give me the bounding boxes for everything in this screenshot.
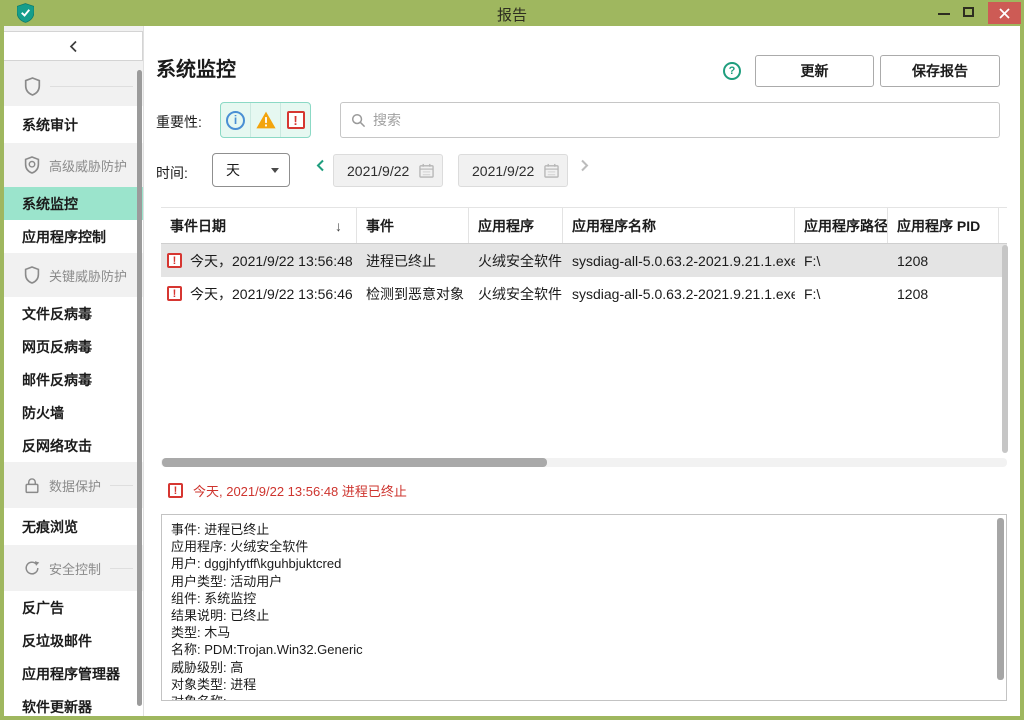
maximize-button[interactable]: [963, 7, 974, 17]
table-row[interactable]: ! 今天，2021/9/22 13:56:48 进程已终止 火绒安全软件 sys…: [161, 244, 1007, 277]
sidebar-item-mail-antivirus[interactable]: 邮件反病毒: [4, 363, 143, 396]
detail-line: 名称: PDM:Trojan.Win32.Generic: [171, 641, 986, 658]
sidebar-item-system-audit[interactable]: 系统审计: [4, 106, 143, 143]
search-icon: [351, 113, 366, 128]
refresh-icon: [24, 560, 40, 576]
sidebar-item-advanced-threat-protection[interactable]: 高级威胁防护: [4, 143, 143, 187]
sidebar-scrollbar[interactable]: [137, 70, 142, 706]
divider: [110, 568, 133, 569]
divider: [110, 485, 133, 486]
detail-line: 对象名称:: [171, 693, 986, 701]
importance-filter-group: i !: [220, 102, 311, 138]
importance-label: 重要性:: [156, 112, 202, 132]
shield-badge-icon: [24, 156, 40, 174]
window-frame: 报告 系统审计 高级威胁防护 系统监控: [0, 0, 1024, 720]
sidebar-item-web-antivirus[interactable]: 网页反病毒: [4, 330, 143, 363]
table-header-row: 事件日期 ↓ 事件 应用程序 应用程序名称 应用程序路径 应用程序 PID: [161, 208, 1007, 244]
save-report-button[interactable]: 保存报告: [880, 55, 1000, 87]
main-panel: 系统监控 ? 更新 保存报告 重要性: i !: [144, 26, 1020, 716]
shield-icon: [24, 77, 41, 96]
detail-line: 对象类型: 进程: [171, 676, 986, 693]
lock-icon: [24, 477, 40, 494]
detail-line: 结果说明: 已终止: [171, 607, 986, 624]
app-body: 系统审计 高级威胁防护 系统监控 应用程序控制 关键威胁防护 文件反病毒 网页反…: [4, 26, 1020, 716]
sidebar-item-private-browsing[interactable]: 无痕浏览: [4, 508, 143, 545]
table-row[interactable]: ! 今天，2021/9/22 13:56:46 检测到恶意对象 火绒安全软件 s…: [161, 277, 1007, 310]
sort-desc-icon: ↓: [335, 218, 342, 234]
sidebar-item-critical-threat-protection[interactable]: 关键威胁防护: [4, 253, 143, 297]
search-input[interactable]: [373, 112, 999, 128]
detail-line: 事件: 进程已终止: [171, 521, 986, 538]
sidebar-item-system-monitor[interactable]: 系统监控: [4, 187, 143, 220]
calendar-icon: [544, 163, 559, 178]
sidebar-item-file-antivirus[interactable]: 文件反病毒: [4, 297, 143, 330]
date-to-field[interactable]: 2021/9/22: [458, 154, 568, 187]
detail-vertical-scrollbar[interactable]: [997, 518, 1004, 680]
sidebar-item-anti-banner[interactable]: 反广告: [4, 591, 143, 624]
column-header-application-path[interactable]: 应用程序路径: [795, 208, 888, 243]
detail-line: 用户类型: 活动用户: [171, 573, 986, 590]
critical-icon: !: [167, 286, 182, 301]
search-box: [340, 102, 1000, 138]
detail-header: ! 今天, 2021/9/22 13:56:48 进程已终止: [168, 481, 407, 500]
minimize-button[interactable]: [938, 6, 950, 15]
sidebar-section-protection: [4, 66, 143, 106]
importance-critical-toggle[interactable]: !: [280, 103, 310, 137]
sidebar-section-security-controls: 安全控制: [4, 545, 143, 591]
table-horizontal-scrollbar[interactable]: [162, 458, 547, 467]
table-horizontal-scrollbar-track: [161, 458, 1007, 467]
sidebar: 系统审计 高级威胁防护 系统监控 应用程序控制 关键威胁防护 文件反病毒 网页反…: [4, 26, 144, 716]
help-icon[interactable]: ?: [723, 62, 741, 80]
sidebar-item-firewall[interactable]: 防火墙: [4, 396, 143, 429]
sidebar-item-software-updater[interactable]: 软件更新器: [4, 690, 143, 716]
close-button[interactable]: [988, 2, 1021, 24]
column-header-event[interactable]: 事件: [357, 208, 469, 243]
importance-warning-toggle[interactable]: [250, 103, 280, 137]
date-from-field[interactable]: 2021/9/22: [333, 154, 443, 187]
period-select[interactable]: 天: [212, 153, 290, 187]
column-header-application-pid[interactable]: 应用程序 PID: [888, 208, 999, 243]
previous-period-button[interactable]: [316, 159, 325, 177]
chevron-left-icon: [69, 40, 78, 53]
time-label: 时间:: [156, 163, 188, 183]
sidebar-list: 系统审计 高级威胁防护 系统监控 应用程序控制 关键威胁防护 文件反病毒 网页反…: [4, 66, 143, 716]
detail-line: 类型: 木马: [171, 624, 986, 641]
back-button[interactable]: [4, 31, 143, 61]
page-title: 系统监控: [156, 53, 236, 82]
detail-header-text: 今天, 2021/9/22 13:56:48 进程已终止: [193, 481, 407, 500]
info-icon: i: [226, 111, 245, 130]
warning-icon: [256, 111, 276, 129]
detail-panel: 事件: 进程已终止 应用程序: 火绒安全软件 用户: dggjhfytff\kg…: [161, 514, 1007, 701]
column-header-event-date[interactable]: 事件日期 ↓: [161, 208, 357, 243]
calendar-icon: [419, 163, 434, 178]
update-button[interactable]: 更新: [755, 55, 874, 87]
titlebar: 报告: [0, 0, 1024, 26]
divider: [50, 86, 133, 87]
sidebar-item-application-control[interactable]: 应用程序控制: [4, 220, 143, 253]
detail-line: 威胁级别: 高: [171, 659, 986, 676]
table-vertical-scrollbar[interactable]: [1002, 245, 1008, 453]
chevron-down-icon: [271, 168, 279, 173]
sidebar-item-network-attack-blocker[interactable]: 反网络攻击: [4, 429, 143, 462]
importance-info-toggle[interactable]: i: [221, 103, 250, 137]
window-title: 报告: [0, 4, 1024, 25]
close-icon: [999, 8, 1010, 19]
detail-line: 用户: dggjhfytff\kguhbjuktcred: [171, 555, 986, 572]
column-header-application-name[interactable]: 应用程序名称: [563, 208, 795, 243]
next-period-button[interactable]: [580, 159, 589, 177]
column-header-application[interactable]: 应用程序: [469, 208, 563, 243]
critical-icon: !: [287, 111, 305, 129]
detail-line: 应用程序: 火绒安全软件: [171, 538, 986, 555]
shield-icon: [24, 266, 40, 284]
sidebar-section-data-protection: 数据保护: [4, 462, 143, 508]
detail-line: 组件: 系统监控: [171, 590, 986, 607]
critical-icon: !: [167, 253, 182, 268]
events-table: 事件日期 ↓ 事件 应用程序 应用程序名称 应用程序路径 应用程序 PID ! …: [161, 207, 1007, 455]
sidebar-item-application-manager[interactable]: 应用程序管理器: [4, 657, 143, 690]
sidebar-item-anti-spam[interactable]: 反垃圾邮件: [4, 624, 143, 657]
critical-icon: !: [168, 483, 183, 498]
